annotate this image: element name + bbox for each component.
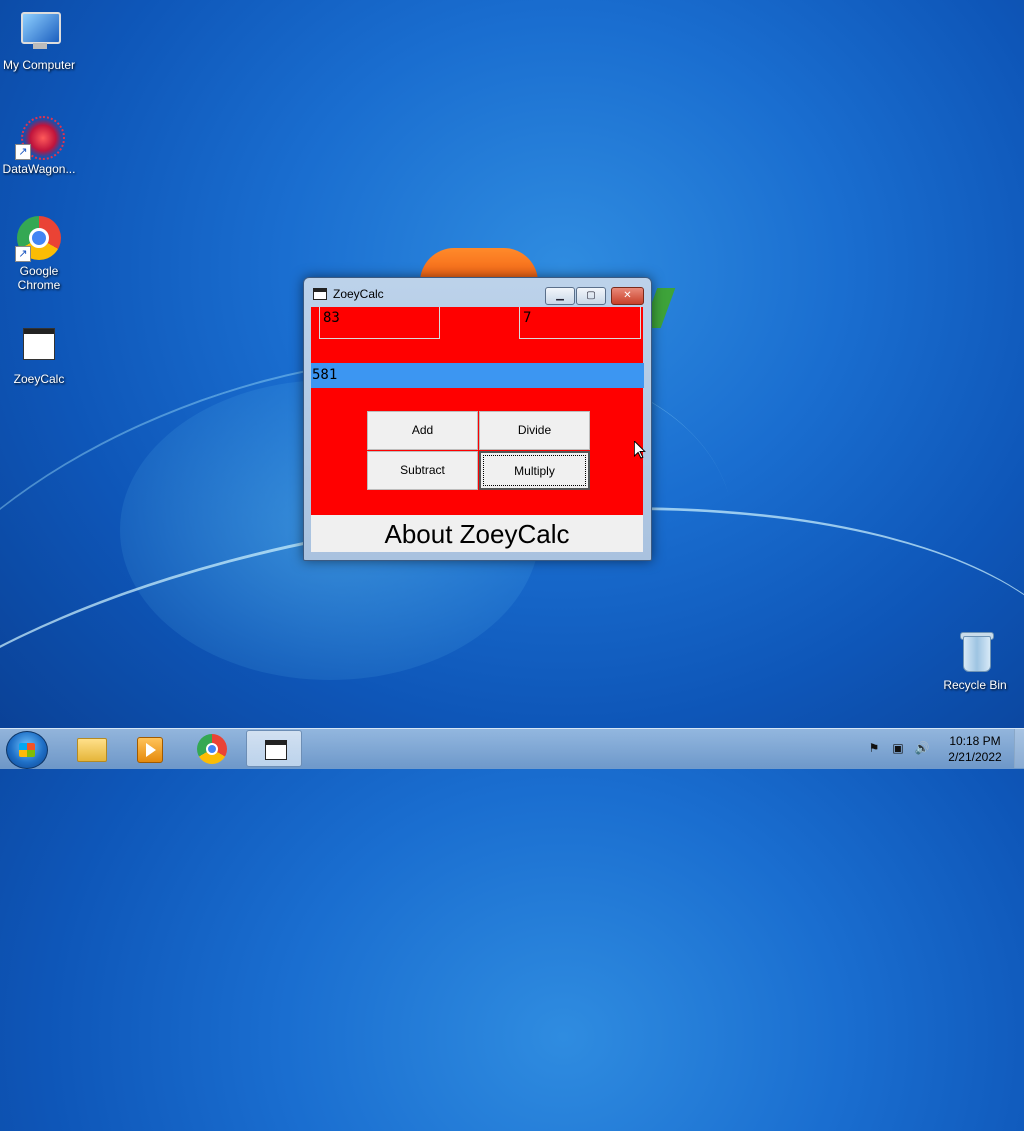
windows-logo-icon xyxy=(19,743,35,757)
zoeycalc-icon xyxy=(265,740,287,760)
system-clock[interactable]: 10:18 PM 2/21/2022 xyxy=(940,733,1010,765)
close-button[interactable]: ✕ xyxy=(611,287,644,305)
first-number-input[interactable]: 83 xyxy=(319,307,440,339)
media-player-icon xyxy=(137,737,163,763)
taskbar-zoeycalc[interactable] xyxy=(246,730,302,767)
desktop-icon-label: ZoeyCalc xyxy=(13,372,65,386)
mouse-cursor-icon xyxy=(634,441,646,459)
clock-time: 10:18 PM xyxy=(949,734,1001,748)
volume-icon[interactable]: 🔊 xyxy=(914,741,930,755)
zoeycalc-window[interactable]: ZoeyCalc ▁ ▢ ✕ 83 7 581 Add Divide Subtr… xyxy=(303,277,652,561)
desktop-icon-datawagon[interactable]: ↗ DataWagon... xyxy=(0,112,78,176)
result-display: 581 xyxy=(311,363,644,388)
add-button[interactable]: Add xyxy=(367,411,478,450)
action-center-flag-icon[interactable]: ⚑ xyxy=(866,741,882,755)
app-window-icon xyxy=(313,288,327,300)
chrome-icon xyxy=(197,734,227,764)
operations-panel: Add Divide Subtract Multiply xyxy=(311,388,643,515)
app-window-icon xyxy=(15,322,63,370)
multiply-button[interactable]: Multiply xyxy=(479,451,590,490)
divide-button[interactable]: Divide xyxy=(479,411,590,450)
desktop-icon-label: Recycle Bin xyxy=(943,678,1007,692)
desktop-icon-my-computer[interactable]: My Computer xyxy=(0,8,78,72)
recycle-bin-icon xyxy=(951,628,999,676)
shortcut-arrow-icon: ↗ xyxy=(15,144,31,160)
window-client-area: 83 7 581 Add Divide Subtract Multiply Ab… xyxy=(311,307,644,552)
show-desktop-button[interactable] xyxy=(1014,729,1024,768)
minimize-button[interactable]: ▁ xyxy=(545,287,575,305)
maximize-button[interactable]: ▢ xyxy=(576,287,606,305)
shortcut-arrow-icon: ↗ xyxy=(15,246,31,262)
explorer-icon xyxy=(77,738,107,762)
clock-date: 2/21/2022 xyxy=(948,750,1002,764)
desktop-icon-label: DataWagon... xyxy=(2,162,76,176)
desktop-icon-recycle-bin[interactable]: Recycle Bin xyxy=(936,628,1014,692)
desktop-icon-chrome[interactable]: ↗ Google Chrome xyxy=(0,214,78,292)
chrome-icon: ↗ xyxy=(15,214,63,262)
window-title: ZoeyCalc xyxy=(333,287,384,301)
taskbar-explorer[interactable] xyxy=(62,730,118,767)
network-icon[interactable]: ▣ xyxy=(890,741,906,755)
subtract-button[interactable]: Subtract xyxy=(367,451,478,490)
desktop-icon-zoeycalc[interactable]: ZoeyCalc xyxy=(0,322,78,386)
second-number-input[interactable]: 7 xyxy=(519,307,641,339)
datawagon-icon: ↗ xyxy=(15,112,65,160)
taskbar-media-player[interactable] xyxy=(121,730,177,767)
taskbar-chrome[interactable] xyxy=(184,730,240,767)
desktop-icon-label: Google Chrome xyxy=(17,264,61,292)
focus-rectangle xyxy=(483,455,586,486)
start-button[interactable] xyxy=(6,731,48,769)
input-panel: 83 7 xyxy=(311,307,643,363)
title-bar[interactable]: ZoeyCalc ▁ ▢ ✕ xyxy=(304,278,651,306)
computer-icon xyxy=(15,8,63,56)
desktop-icon-label: My Computer xyxy=(2,58,76,72)
about-button[interactable]: About ZoeyCalc xyxy=(311,515,643,552)
